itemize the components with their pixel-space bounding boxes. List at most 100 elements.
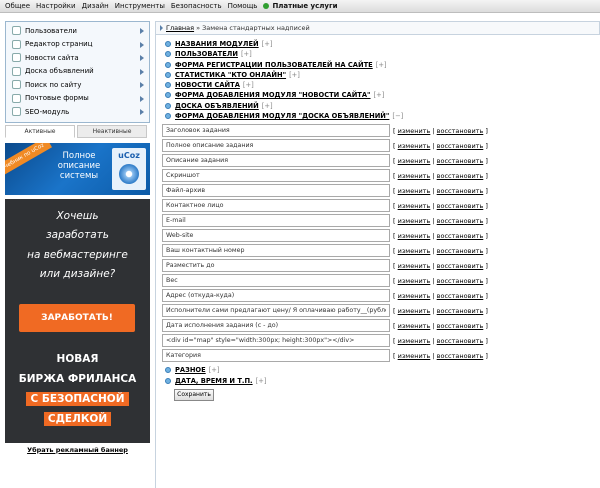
edit-link[interactable]: изменить [398,202,431,210]
section-title[interactable]: ФОРМА ДОБАВЛЕНИЯ МОДУЛЯ "НОВОСТИ САЙТА" [175,91,371,99]
expand-toggle[interactable]: [+] [241,50,252,58]
label-text-input[interactable] [162,154,390,168]
restore-link[interactable]: восстановить [437,172,484,180]
section-title[interactable]: ДОСКА ОБЪЯВЛЕНИЙ [175,102,259,110]
label-text-input[interactable] [162,139,390,153]
section-row: НОВОСТИ САЙТА [+] [165,80,600,90]
edit-link[interactable]: изменить [398,322,431,330]
collapse-toggle[interactable]: [−] [392,112,403,120]
restore-link[interactable]: восстановить [437,307,484,315]
sidebar-item-seo[interactable]: SEO-модуль [6,105,149,119]
sidebar-item-mail-forms[interactable]: Почтовые формы [6,92,149,106]
menu-security[interactable]: Безопасность [171,2,222,10]
restore-link[interactable]: восстановить [437,127,484,135]
label-text-input[interactable] [162,214,390,228]
expand-toggle[interactable]: [+] [256,377,267,385]
edit-link[interactable]: изменить [398,232,431,240]
freelance-banner[interactable]: Хочешь заработать на вебмастеринге или д… [5,198,150,443]
section-title[interactable]: ФОРМА РЕГИСТРАЦИИ ПОЛЬЗОВАТЕЛЕЙ НА САЙТЕ [175,61,373,69]
earn-button[interactable]: ЗАРАБОТАТЬ! [19,303,135,332]
sidebar-item-label: SEO-модуль [25,107,70,116]
tab-active[interactable]: Активные [5,124,75,138]
label-text-input[interactable] [162,169,390,183]
sidebar-item-board[interactable]: Доска объявлений [6,65,149,79]
section-title[interactable]: СТАТИСТИКА "КТО ОНЛАЙН" [175,71,286,79]
menu-tools[interactable]: Инструменты [115,2,165,10]
menu-design[interactable]: Дизайн [82,2,109,10]
users-icon [12,26,21,36]
edit-link[interactable]: изменить [398,127,431,135]
remove-banner-link[interactable]: Убрать рекламный баннер [5,446,150,454]
section-title[interactable]: ФОРМА ДОБАВЛЕНИЯ МОДУЛЯ "ДОСКА ОБЪЯВЛЕНИ… [175,112,389,120]
restore-link[interactable]: восстановить [437,337,484,345]
label-text-input[interactable] [162,199,390,213]
restore-link[interactable]: восстановить [437,277,484,285]
label-text-input[interactable] [162,229,390,243]
label-text-input[interactable] [162,304,390,318]
restore-link[interactable]: восстановить [437,157,484,165]
save-button[interactable]: Сохранить [174,388,214,401]
edit-link[interactable]: изменить [398,307,431,315]
tab-inactive[interactable]: Неактивные [77,124,147,138]
edit-link[interactable]: изменить [398,247,431,255]
field-row: [ изменить | восстановить ] [162,123,600,138]
label-text-input[interactable] [162,349,390,363]
label-text-input[interactable] [162,274,390,288]
sidebar-item-users[interactable]: Пользователи [6,24,149,38]
label-text-input[interactable] [162,124,390,138]
breadcrumb-current: Замена стандартных надписей [202,24,310,32]
restore-link[interactable]: восстановить [437,292,484,300]
label-text-input[interactable] [162,319,390,333]
expand-toggle[interactable]: [+] [209,366,220,374]
chevron-right-icon [140,82,144,88]
edit-link[interactable]: изменить [398,187,431,195]
label-text-input[interactable] [162,184,390,198]
expand-toggle[interactable]: [+] [262,40,273,48]
expand-toggle[interactable]: [+] [289,71,300,79]
restore-link[interactable]: восстановить [437,322,484,330]
sidebar-item-search[interactable]: Поиск по сайту [6,78,149,92]
restore-link[interactable]: восстановить [437,187,484,195]
section-title[interactable]: ПОЛЬЗОВАТЕЛИ [175,50,238,58]
edit-link[interactable]: изменить [398,277,431,285]
field-actions: [ изменить | восстановить ] [393,292,488,300]
label-text-input[interactable] [162,259,390,273]
breadcrumb-home-link[interactable]: Главная [166,24,194,32]
restore-link[interactable]: восстановить [437,352,484,360]
restore-link[interactable]: восстановить [437,217,484,225]
section-title[interactable]: РАЗНОЕ [175,366,206,374]
restore-link[interactable]: восстановить [437,232,484,240]
edit-link[interactable]: изменить [398,262,431,270]
menu-paid-services[interactable]: Платные услуги [263,2,338,10]
label-text-input[interactable] [162,334,390,348]
expand-toggle[interactable]: [+] [374,91,385,99]
edit-link[interactable]: изменить [398,292,431,300]
section-title[interactable]: ДАТА, ВРЕМЯ И Т.П. [175,377,253,385]
label-text-input[interactable] [162,289,390,303]
menu-settings[interactable]: Настройки [36,2,76,10]
restore-link[interactable]: восстановить [437,262,484,270]
bracket-open: [ [393,201,396,210]
section-title[interactable]: НОВОСТИ САЙТА [175,81,240,89]
expand-toggle[interactable]: [+] [262,102,273,110]
restore-link[interactable]: восстановить [437,142,484,150]
ucoz-manual-banner[interactable]: Учебник по uCoz Полное описание системы … [5,142,150,195]
edit-link[interactable]: изменить [398,217,431,225]
edit-link[interactable]: изменить [398,337,431,345]
section-title[interactable]: НАЗВАНИЯ МОДУЛЕЙ [175,40,259,48]
menu-help[interactable]: Помощь [228,2,258,10]
edit-link[interactable]: изменить [398,172,431,180]
menu-general[interactable]: Общее [5,2,30,10]
edit-link[interactable]: изменить [398,142,431,150]
expand-toggle[interactable]: [+] [243,81,254,89]
sidebar-item-news[interactable]: Новости сайта [6,51,149,65]
restore-link[interactable]: восстановить [437,247,484,255]
sidebar-item-page-editor[interactable]: Редактор страниц [6,38,149,52]
edit-link[interactable]: изменить [398,352,431,360]
label-text-input[interactable] [162,244,390,258]
board-icon [12,66,21,76]
restore-link[interactable]: восстановить [437,202,484,210]
section-row: ДАТА, ВРЕМЯ И Т.П. [+] [165,376,600,386]
expand-toggle[interactable]: [+] [376,61,387,69]
edit-link[interactable]: изменить [398,157,431,165]
